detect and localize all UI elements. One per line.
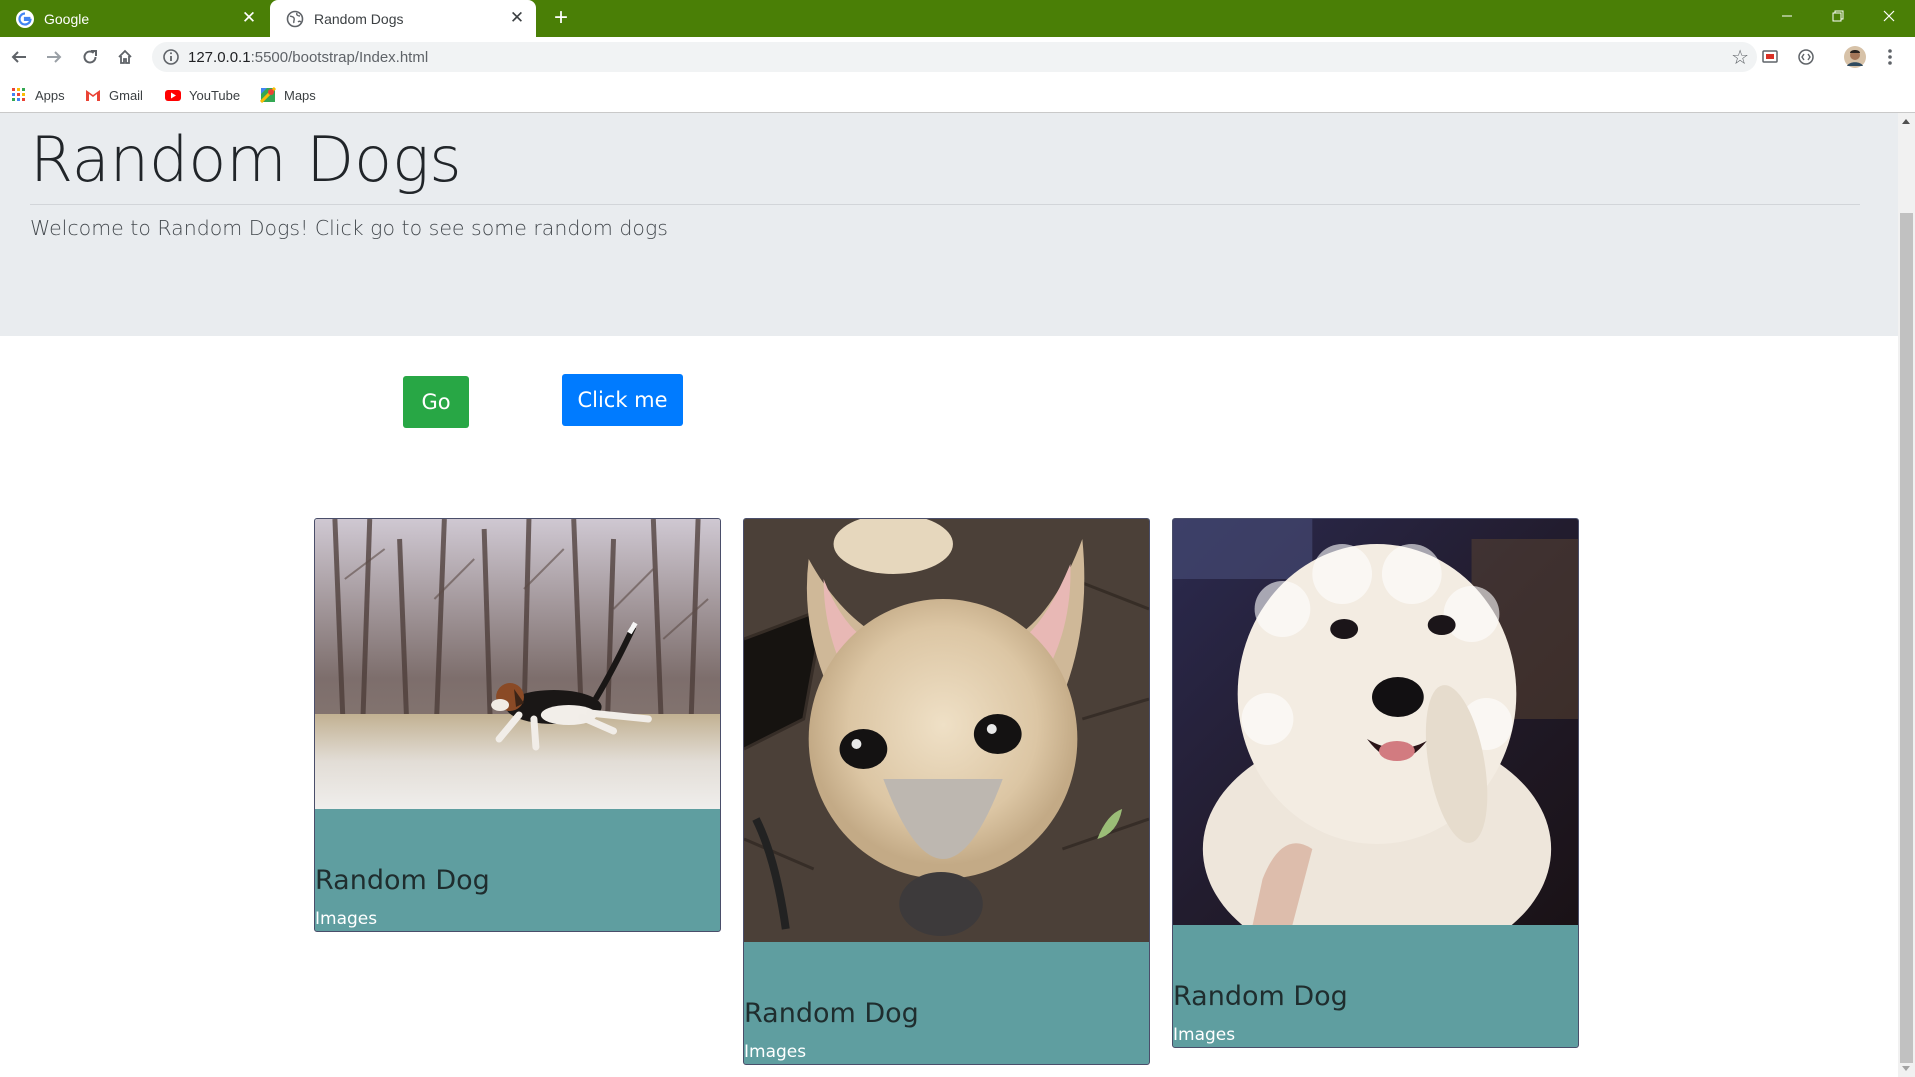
bookmarks-bar: Apps Gmail YouTube Maps <box>0 77 1915 113</box>
scroll-up-arrow-icon[interactable] <box>1902 119 1910 124</box>
back-arrow-icon[interactable] <box>7 45 31 69</box>
restore-icon[interactable] <box>1815 0 1861 32</box>
bookmark-gmail[interactable]: Gmail <box>85 85 143 105</box>
forward-arrow-icon[interactable] <box>42 45 66 69</box>
new-tab-button[interactable]: + <box>549 6 573 30</box>
bookmark-youtube[interactable]: YouTube <box>165 85 240 105</box>
card-text: Images <box>1173 1025 1236 1045</box>
minimize-icon[interactable] <box>1764 0 1810 32</box>
vertical-scrollbar[interactable] <box>1898 113 1915 1077</box>
dog-image <box>1173 519 1578 925</box>
card-title: Random Dog <box>1173 981 1348 1012</box>
address-bar[interactable]: 127.0.0.1:5500/bootstrap/Index.html ☆ <box>152 42 1757 72</box>
kebab-menu-icon[interactable] <box>1878 45 1902 69</box>
card-text: Images <box>744 1042 807 1062</box>
divider <box>30 204 1860 205</box>
reload-icon[interactable] <box>78 45 102 69</box>
bookmark-maps[interactable]: Maps <box>259 85 316 105</box>
card-text: Images <box>315 909 378 929</box>
bookmark-star-icon[interactable]: ☆ <box>1731 45 1749 70</box>
dog-image <box>744 519 1149 942</box>
dog-card: Random Dog Images <box>1172 518 1579 1048</box>
bookmark-label: YouTube <box>189 87 241 103</box>
tab-strip: Google ✕ Random Dogs ✕ + <box>0 0 1915 37</box>
card-title: Random Dog <box>744 998 919 1029</box>
dog-card: Random Dog Images <box>743 518 1150 1065</box>
dog-card: Random Dog Images <box>314 518 721 932</box>
url-host: 127.0.0.1 <box>188 49 251 66</box>
close-tab-icon[interactable]: ✕ <box>240 8 258 27</box>
tab-title: Random Dogs <box>314 10 404 27</box>
scroll-down-arrow-icon[interactable] <box>1902 1066 1910 1071</box>
globe-icon <box>286 10 304 28</box>
extension-icon[interactable] <box>1794 45 1818 69</box>
go-button[interactable]: Go <box>403 376 469 428</box>
apps-grid-icon <box>11 87 27 103</box>
youtube-icon <box>165 87 181 103</box>
click-me-button[interactable]: Click me <box>562 374 683 426</box>
lead-text: Welcome to Random Dogs! Click go to see … <box>30 216 668 240</box>
google-g-icon <box>16 9 34 28</box>
url-path: :5500/bootstrap/Index.html <box>250 49 429 66</box>
jumbotron: Random Dogs Welcome to Random Dogs! Clic… <box>0 113 1898 336</box>
profile-avatar[interactable] <box>1843 45 1867 69</box>
browser-toolbar: 127.0.0.1:5500/bootstrap/Index.html ☆ <box>0 37 1915 77</box>
gmail-icon <box>85 87 101 103</box>
info-icon[interactable] <box>162 48 180 66</box>
scrollbar-thumb[interactable] <box>1900 213 1913 1063</box>
cast-icon[interactable] <box>1758 45 1782 69</box>
maps-icon <box>259 86 277 104</box>
url-text: 127.0.0.1:5500/bootstrap/Index.html <box>188 49 428 66</box>
bookmark-label: Gmail <box>109 87 143 103</box>
tab-random-dogs[interactable]: Random Dogs ✕ <box>270 0 536 37</box>
bookmark-apps[interactable]: Apps <box>11 85 65 105</box>
close-window-icon[interactable] <box>1866 0 1912 32</box>
card-title: Random Dog <box>315 865 490 896</box>
close-tab-icon[interactable]: ✕ <box>508 8 526 27</box>
tab-title: Google <box>44 10 90 27</box>
page-viewport: Random Dogs Welcome to Random Dogs! Clic… <box>0 113 1898 1077</box>
bookmark-label: Maps <box>284 87 316 103</box>
page-title: Random Dogs <box>30 123 462 196</box>
tab-google[interactable]: Google ✕ <box>0 0 268 37</box>
bookmark-label: Apps <box>35 87 65 103</box>
dog-image <box>315 519 720 809</box>
home-icon[interactable] <box>113 45 137 69</box>
